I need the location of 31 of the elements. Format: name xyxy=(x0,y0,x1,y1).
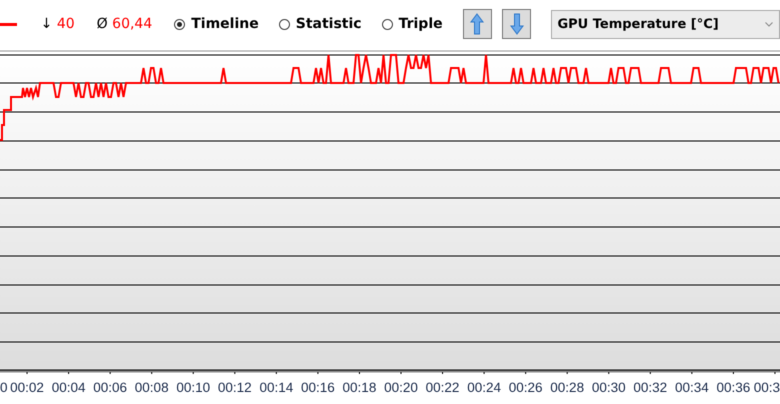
axis-label: 00:16 xyxy=(301,380,335,395)
axis-label: 00:08 xyxy=(134,380,169,395)
axis-label: 00:30 xyxy=(592,380,626,395)
axis-label: 00:12 xyxy=(218,380,252,395)
axis-label: 00:10 xyxy=(176,380,210,395)
axis-label: 00:28 xyxy=(550,380,584,395)
caret-icon xyxy=(764,22,773,26)
view-radio[interactable]: Timeline xyxy=(174,16,259,32)
stat-value: Ø 60,44 xyxy=(96,16,152,32)
stat-value: ↓ 40 xyxy=(40,16,75,32)
down-arrow-icon xyxy=(510,13,524,35)
axis-label: 00:22 xyxy=(426,380,460,395)
axis-label: 00:36 xyxy=(716,380,750,395)
axis-label: 00:18 xyxy=(342,380,376,395)
axis-label: 00:24 xyxy=(467,380,501,395)
axis-label: 00:3 xyxy=(754,380,780,395)
axis-label: 00:04 xyxy=(52,380,86,395)
axis-label: 00:06 xyxy=(93,380,128,395)
up-arrow-icon xyxy=(470,13,484,35)
axis-label: 00:20 xyxy=(384,380,418,395)
up-arrow-button[interactable] xyxy=(462,9,492,39)
view-radio[interactable]: Triple xyxy=(382,16,443,32)
axis-label: 00:02 xyxy=(10,380,44,395)
axis-label: 00:26 xyxy=(508,380,543,395)
axis-label: 00:34 xyxy=(674,380,709,395)
view-radio[interactable]: Statistic xyxy=(278,16,362,32)
axis-label: 0 xyxy=(0,380,8,395)
sensor-dropdown[interactable]: GPU Temperature [°C] xyxy=(551,10,780,38)
axis-label: 00:32 xyxy=(633,380,668,395)
axis-label: 00:14 xyxy=(259,380,294,395)
down-arrow-button[interactable] xyxy=(502,9,532,39)
